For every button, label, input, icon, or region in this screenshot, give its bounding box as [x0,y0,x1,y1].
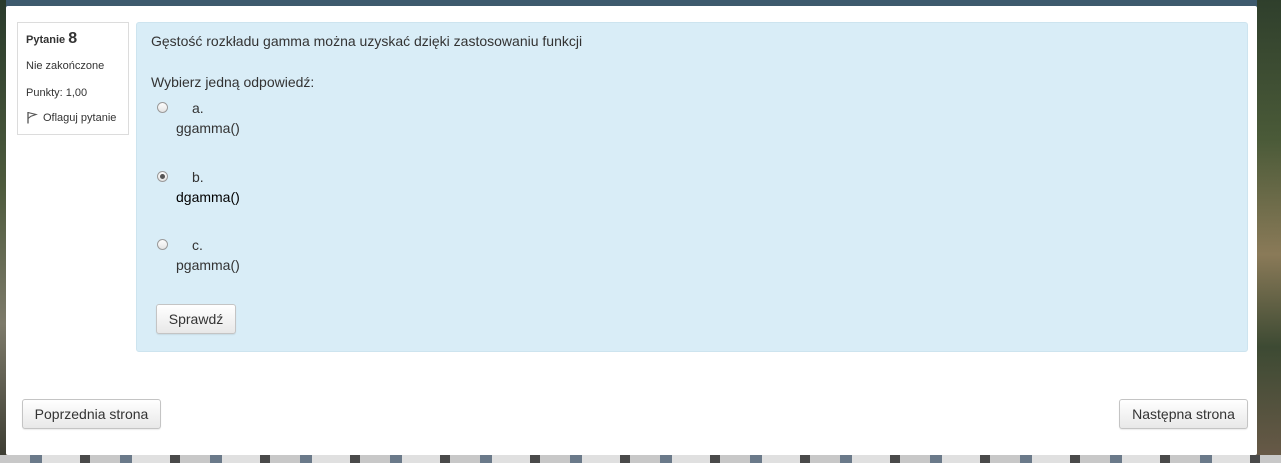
question-number-label: Pytanie [26,34,66,46]
previous-page-button[interactable]: Poprzednia strona [22,399,161,429]
flag-question-link[interactable]: Oflaguj pytanie [26,111,120,124]
option-letter: a. [192,100,204,116]
next-page-button[interactable]: Następna strona [1119,399,1248,429]
question-text: Gęstość rozkładu gamma można uzyskać dzi… [151,33,583,49]
radio-option-c[interactable] [157,239,168,250]
background-image-bottom [0,455,1281,463]
radio-option-a[interactable] [157,102,168,113]
check-button[interactable]: Sprawdź [156,304,236,334]
question-info-panel: Pytanie 8 Nie zakończone Punkty: 1,00 Of… [17,22,129,135]
flag-icon [26,111,38,124]
option-letter: b. [192,169,204,185]
question-number-value: 8 [68,30,78,47]
question-grade: Punkty: 1,00 [26,87,88,99]
background-image-right [1257,0,1281,463]
quiz-page-card: Pytanie 8 Nie zakończone Punkty: 1,00 Of… [6,6,1257,455]
question-content: Gęstość rozkładu gamma można uzyskać dzi… [136,22,1248,352]
option-answer[interactable]: ggamma() [176,120,240,136]
option-letter: c. [192,237,203,253]
option-answer[interactable]: dgamma() [176,189,240,205]
option-answer[interactable]: pgamma() [176,257,240,273]
answer-prompt: Wybierz jedną odpowiedź: [151,74,315,90]
flag-question-label: Oflaguj pytanie [43,111,117,124]
question-number: Pytanie 8 [26,30,120,48]
question-state: Nie zakończone [26,60,105,72]
radio-option-b[interactable] [157,171,168,182]
